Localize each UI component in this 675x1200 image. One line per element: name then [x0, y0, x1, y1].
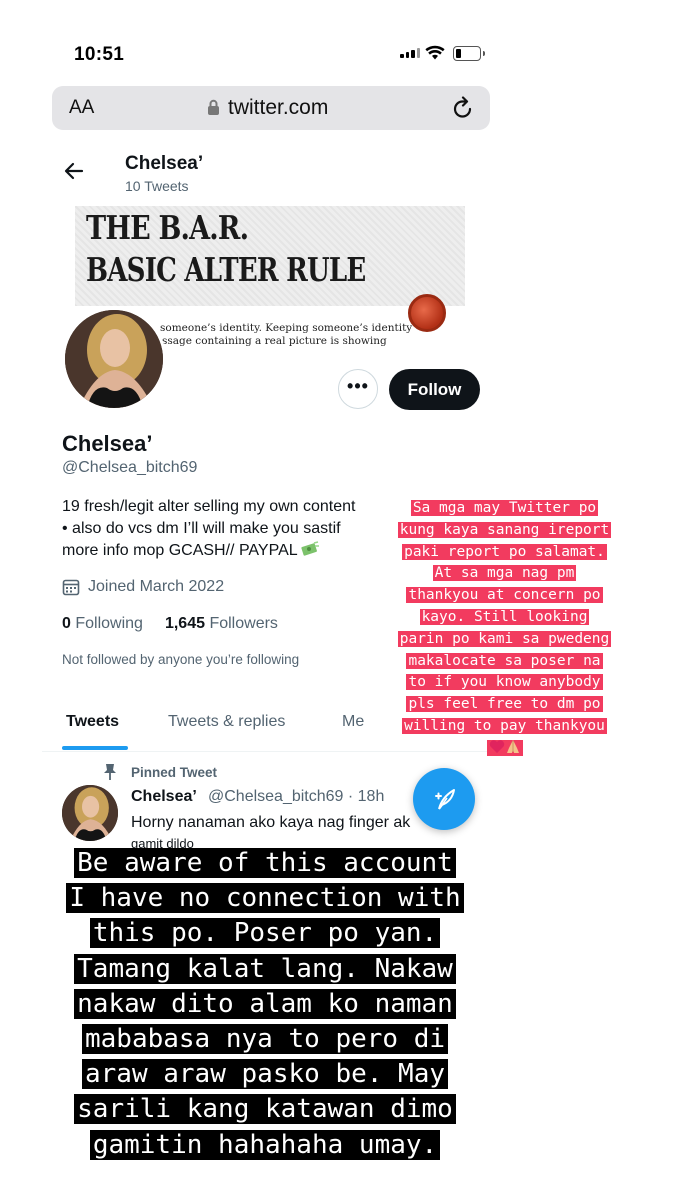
red-caption-line: Sa mga may Twitter po — [410, 500, 599, 516]
red-caption-line: makalocate sa poser na — [406, 652, 603, 669]
following-count: 0 — [62, 615, 71, 632]
following-link[interactable]: 0 Following — [62, 615, 143, 633]
followers-count: 1,645 — [164, 615, 205, 632]
black-caption-line: gamitin hahahaha umay. — [89, 1129, 441, 1160]
header-name: Chelsea’ — [125, 153, 204, 174]
money-icon — [301, 541, 319, 556]
profile-handle: @Chelsea_bitch69 — [62, 459, 198, 476]
followers-label: Followers — [209, 615, 278, 632]
black-caption-line: sarili kang katawan dimo — [74, 1094, 456, 1125]
bio-line-3-text: more info mop GCASH// PAYPAL — [62, 542, 298, 559]
red-caption-line: parin po kami sa pwedeng — [397, 630, 612, 647]
joined-text: Joined March 2022 — [88, 578, 225, 595]
banner-snippet-2: ssage containing a real picture is showi… — [162, 335, 387, 347]
text-size-label: AA — [69, 97, 95, 118]
banner-snippet-1: someone’s identity. Keeping someone’s id… — [160, 322, 413, 334]
active-tab-indicator — [62, 746, 128, 750]
follow-stats: 0 Following 1,645 Followers — [62, 615, 278, 633]
black-caption-line: Be aware of this account — [74, 848, 456, 878]
heart-icon — [489, 740, 504, 753]
black-caption-line: araw araw pasko be. May — [81, 1059, 449, 1090]
following-label: Following — [75, 615, 143, 632]
tab-tweets[interactable]: Tweets — [66, 713, 119, 731]
reload-icon[interactable] — [452, 96, 474, 120]
banner-title-line1: THE B.A.R. — [86, 208, 249, 247]
avatar-photo — [65, 310, 163, 408]
more-options-button[interactable]: ••• — [338, 369, 378, 409]
red-caption-line: At sa mga nag pm — [432, 565, 577, 582]
tweet-text: Horny nanaman ako kaya nag finger ak — [131, 814, 411, 831]
pin-icon — [104, 764, 116, 780]
compose-tweet-button[interactable] — [413, 768, 475, 830]
red-caption-line: thankyou at concern po — [406, 587, 603, 604]
black-caption-line: this po. Poser po yan. — [89, 918, 441, 949]
tweet-author[interactable]: Chelsea’ — [131, 788, 197, 806]
profile-display-name: Chelsea’ — [62, 431, 153, 456]
story-red-caption: Sa mga may Twitter po kung kaya sanang i… — [362, 498, 647, 760]
calendar-icon — [62, 579, 80, 596]
red-caption-line: kung kaya sanang ireport — [397, 521, 612, 538]
story-black-caption: Be aware of this account I have no conne… — [15, 846, 515, 1163]
url-text[interactable]: twitter.com — [228, 96, 328, 120]
profile-avatar[interactable] — [62, 307, 166, 411]
red-caption-line: kayo. Still looking — [419, 608, 590, 625]
joined-date: Joined March 2022 — [62, 578, 224, 596]
tweet-avatar[interactable] — [62, 785, 118, 841]
tweet-meta: @Chelsea_bitch69 · 18h — [208, 788, 385, 805]
tab-media[interactable]: Me — [342, 713, 364, 731]
header-tweet-count: 10 Tweets — [125, 178, 189, 194]
follow-button[interactable]: Follow — [389, 369, 480, 410]
lock-icon — [208, 99, 219, 115]
banner-seal-icon — [408, 294, 446, 332]
text-size-button[interactable]: AA — [69, 97, 94, 119]
red-caption-emoji-line — [486, 739, 523, 756]
red-caption-line: to if you know anybody — [406, 674, 603, 691]
black-caption-line: mababasa nya to pero di — [81, 1024, 449, 1055]
red-caption-line: willing to pay thankyou — [402, 717, 607, 734]
tweet-avatar-photo — [62, 785, 118, 841]
not-followed-note: Not followed by anyone you’re following — [62, 652, 300, 667]
cellular-signal-icon — [400, 48, 420, 58]
red-caption-line: pls feel free to dm po — [406, 696, 603, 713]
black-caption-line: Tamang kalat lang. Nakaw — [74, 953, 456, 984]
black-caption-line: nakaw dito alam ko naman — [74, 988, 456, 1019]
wifi-icon — [425, 45, 445, 60]
followers-link[interactable]: 1,645 Followers — [165, 615, 278, 633]
banner-title-line2: BASIC ALTER RULE — [86, 250, 366, 289]
compose-feather-icon — [435, 789, 455, 810]
tab-tweets-replies[interactable]: Tweets & replies — [168, 713, 285, 731]
battery-icon — [453, 46, 485, 61]
red-caption-line: paki report po salamat. — [402, 543, 607, 560]
back-arrow-icon[interactable] — [64, 160, 84, 182]
status-time: 10:51 — [74, 44, 125, 65]
praying-hands-icon — [506, 739, 519, 753]
pinned-label: Pinned Tweet — [131, 765, 218, 780]
black-caption-line: I have no connection with — [66, 883, 464, 914]
